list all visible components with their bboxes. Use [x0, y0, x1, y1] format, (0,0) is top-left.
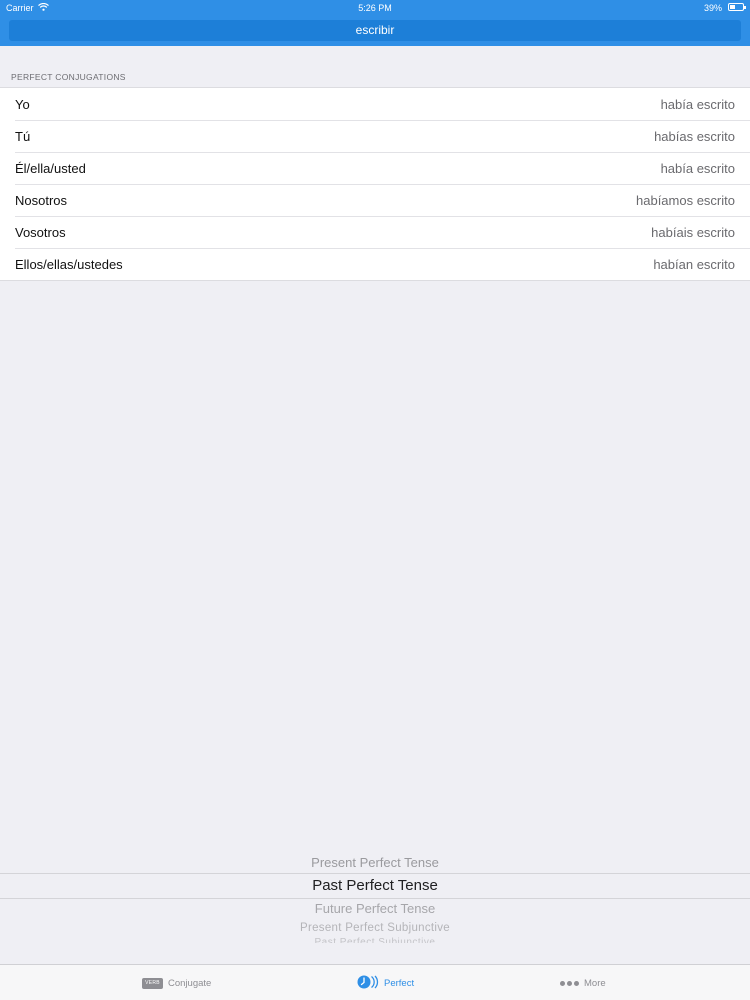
- conjugated-form: habíamos escrito: [636, 193, 735, 208]
- picker-option-past-perfect[interactable]: Past Perfect Tense: [0, 877, 750, 894]
- pronoun-label: Vosotros: [15, 225, 66, 240]
- table-row: Nosotros habíamos escrito: [0, 184, 750, 216]
- battery-percent: 39%: [703, 3, 722, 13]
- battery-fill: [730, 5, 735, 9]
- conjugated-form: habían escrito: [653, 257, 735, 272]
- section-header: PERFECT CONJUGATIONS: [11, 72, 126, 82]
- conjugated-form: había escrito: [660, 97, 735, 112]
- pronoun-label: Tú: [15, 129, 31, 144]
- pronoun-label: Yo: [15, 97, 30, 112]
- tab-more[interactable]: More: [560, 965, 606, 1000]
- picker-option-past-perfect-subjunctive[interactable]: Past Perfect Subjunctive: [0, 937, 750, 943]
- conjugated-form: habíais escrito: [651, 225, 735, 240]
- picker-option-present-perfect[interactable]: Present Perfect Tense: [0, 855, 750, 870]
- tab-conjugate-label: Conjugate: [168, 977, 212, 989]
- tab-bar: VERB Conjugate Perfect More: [0, 964, 750, 1000]
- table-row: Yo había escrito: [0, 88, 750, 120]
- header: Carrier 5:26 PM 39% escribir: [0, 0, 750, 46]
- more-dots-icon: [560, 980, 579, 986]
- pronoun-label: Nosotros: [15, 193, 68, 208]
- battery-nub: [744, 6, 746, 9]
- pronoun-label: Él/ella/usted: [15, 161, 86, 176]
- picker-option-present-perfect-subjunctive[interactable]: Present Perfect Subjunctive: [0, 922, 750, 934]
- conjugated-form: habías escrito: [654, 129, 735, 144]
- status-time: 5:26 PM: [358, 3, 392, 13]
- tense-picker[interactable]: Present Perfect Tense Past Perfect Tense…: [0, 848, 750, 948]
- table-row: Vosotros habíais escrito: [0, 216, 750, 248]
- tab-conjugate[interactable]: VERB Conjugate: [142, 965, 211, 1000]
- verb-field[interactable]: escribir: [9, 20, 741, 41]
- verb-icon: VERB: [142, 977, 163, 989]
- picker-option-future-perfect[interactable]: Future Perfect Tense: [0, 901, 750, 916]
- status-bar: Carrier 5:26 PM 39%: [0, 0, 750, 16]
- table-row: Tú habías escrito: [0, 120, 750, 152]
- battery-icon: [728, 3, 746, 11]
- tab-more-label: More: [584, 977, 606, 989]
- table-row: Ellos/ellas/ustedes habían escrito: [0, 248, 750, 280]
- conjugation-table: Yo había escrito Tú habías escrito Él/el…: [0, 87, 750, 281]
- tab-perfect[interactable]: Perfect: [357, 965, 414, 1000]
- table-row: Él/ella/usted había escrito: [0, 152, 750, 184]
- conjugated-form: había escrito: [660, 161, 735, 176]
- pronoun-label: Ellos/ellas/ustedes: [15, 257, 123, 272]
- tab-perfect-label: Perfect: [384, 977, 415, 989]
- perfect-icon: [357, 975, 379, 992]
- app-screen: Carrier 5:26 PM 39% escribir PERFECT CON…: [0, 0, 750, 1000]
